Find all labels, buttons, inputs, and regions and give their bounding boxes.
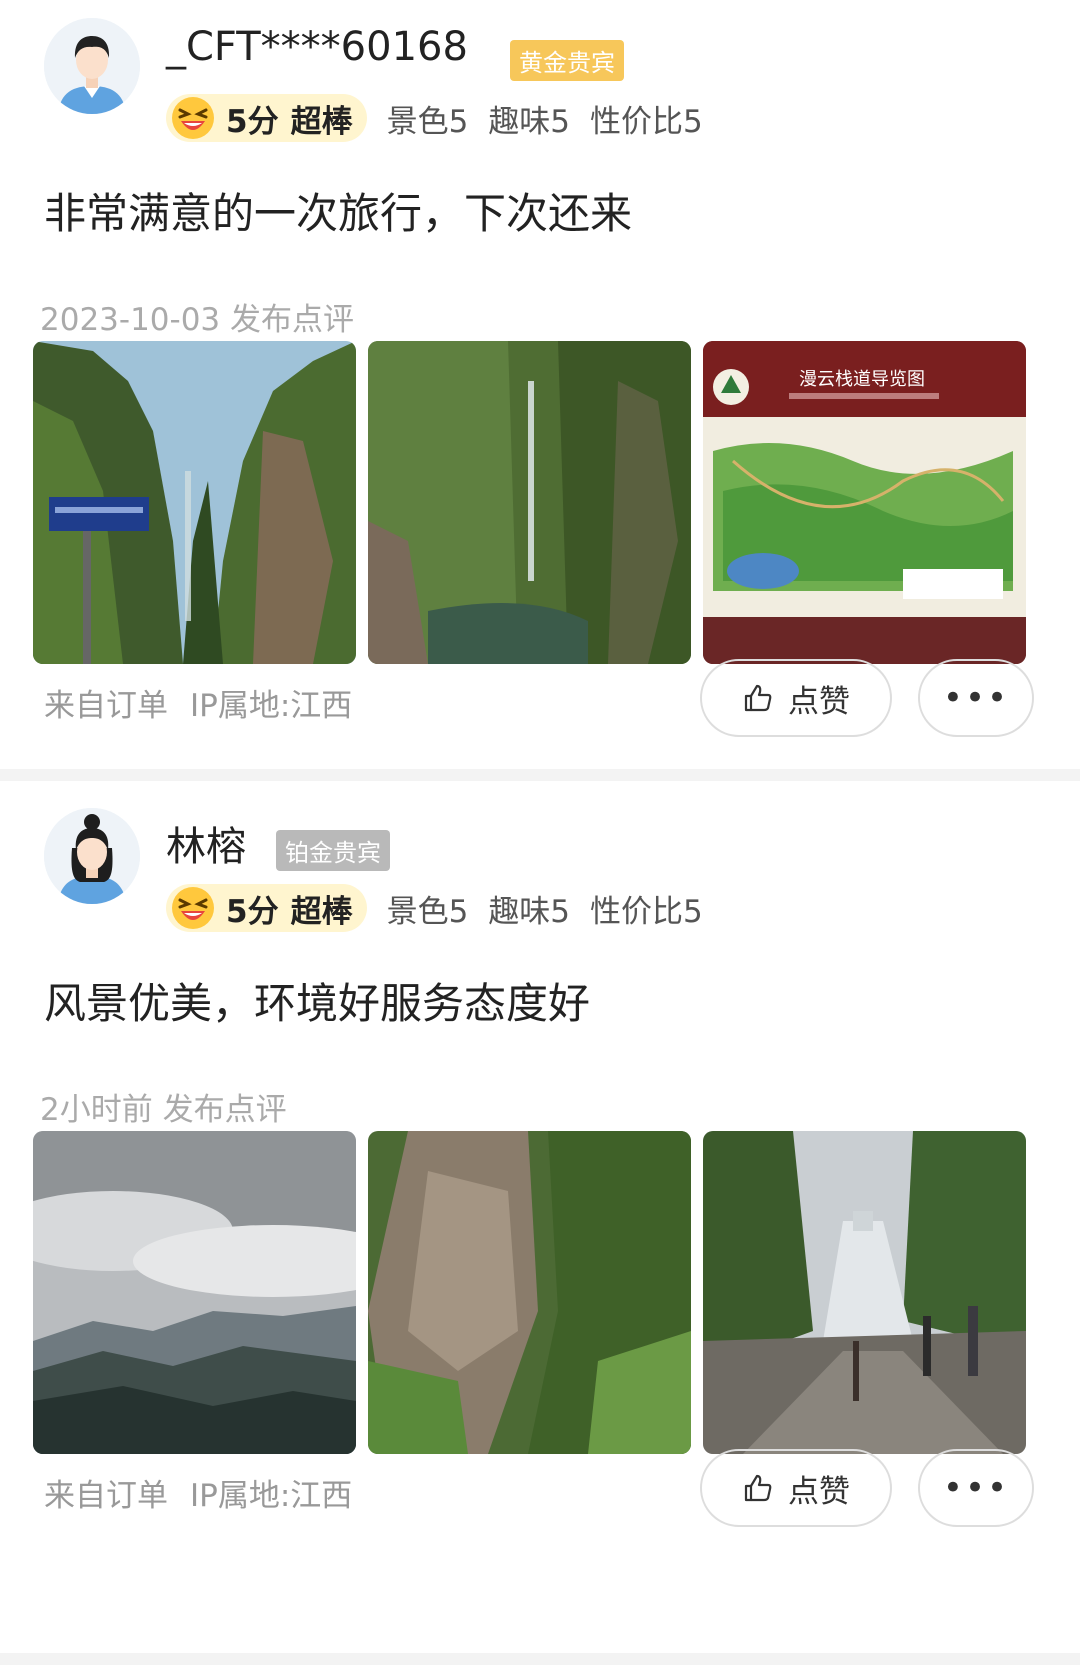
- photo-waterfall-gorge[interactable]: [368, 341, 691, 664]
- membership-badge: 黄金贵宾: [510, 40, 624, 81]
- review-divider: [0, 769, 1080, 781]
- rating-scenery: 景色5: [386, 103, 469, 140]
- rating-pill: 5分 超棒: [166, 884, 367, 932]
- photo-grid: 漫云栈道导览图: [33, 341, 1026, 664]
- rating-scenery: 景色5: [386, 893, 469, 930]
- like-label: 点赞: [788, 1473, 850, 1510]
- photo-grid: [33, 1131, 1026, 1454]
- score: 5分: [226, 893, 279, 930]
- rating-row: 5分 超棒 景色5 趣味5 性价比5: [166, 884, 723, 932]
- review-footer-info: 来自订单 IP属地:江西: [44, 1470, 352, 1515]
- score-label: 超棒: [290, 893, 353, 930]
- ip-location: IP属地:江西: [190, 688, 353, 724]
- laughing-face-icon: [172, 97, 214, 139]
- order-source: 来自订单: [44, 1478, 168, 1514]
- score-label: 超棒: [290, 103, 353, 140]
- rating-row: 5分 超棒 景色5 趣味5 性价比5: [166, 94, 723, 142]
- review-text: 风景优美，环境好服务态度好: [44, 979, 591, 1028]
- review-card: _CFT****60168 黄金贵宾 5分 超棒 景色5 趣味5 性价比5 非常…: [0, 0, 1080, 810]
- photo-gorge-with-sign[interactable]: [33, 341, 356, 664]
- rating-fun: 趣味5: [488, 103, 571, 140]
- photo-fountain-plaza[interactable]: [703, 1131, 1026, 1454]
- laughing-face-icon: [172, 887, 214, 929]
- post-date: 2023-10-03 发布点评: [40, 294, 354, 339]
- order-source: 来自订单: [44, 688, 168, 724]
- review-card: 林榕 铂金贵宾 5分 超棒 景色5 趣味5 性价比5 风景优美，环境好服务态度好…: [0, 790, 1080, 1600]
- female-avatar-icon[interactable]: [44, 808, 140, 904]
- photo-cliff-waterfall[interactable]: [368, 1131, 691, 1454]
- review-text: 非常满意的一次旅行，下次还来: [44, 189, 633, 238]
- date-suffix: 发布点评: [230, 302, 355, 338]
- rating-fun: 趣味5: [488, 893, 571, 930]
- membership-badge: 铂金贵宾: [276, 830, 390, 871]
- male-avatar-icon[interactable]: [44, 18, 140, 114]
- more-icon[interactable]: •••: [918, 1449, 1034, 1527]
- like-button[interactable]: 点赞: [700, 659, 892, 737]
- ip-location: IP属地:江西: [190, 1478, 353, 1514]
- date: 2023-10-03: [40, 302, 221, 338]
- date: 2小时前: [40, 1092, 153, 1128]
- rating-value: 性价比5: [590, 103, 703, 140]
- like-label: 点赞: [788, 683, 850, 720]
- review-divider: [0, 1653, 1080, 1665]
- post-date: 2小时前 发布点评: [40, 1084, 287, 1129]
- date-suffix: 发布点评: [162, 1092, 287, 1128]
- score: 5分: [226, 103, 279, 140]
- map-board-title: 漫云栈道导览图: [799, 369, 925, 390]
- username[interactable]: 林榕: [166, 814, 246, 872]
- photo-trail-map-board[interactable]: 漫云栈道导览图: [703, 341, 1026, 664]
- rating-pill: 5分 超棒: [166, 94, 367, 142]
- more-icon[interactable]: •••: [918, 659, 1034, 737]
- thumbs-up-icon: [744, 1474, 772, 1502]
- like-button[interactable]: 点赞: [700, 1449, 892, 1527]
- review-footer-info: 来自订单 IP属地:江西: [44, 680, 352, 725]
- username[interactable]: _CFT****60168: [166, 24, 468, 70]
- thumbs-up-icon: [744, 684, 772, 712]
- rating-value: 性价比5: [590, 893, 703, 930]
- photo-cloudy-mountains[interactable]: [33, 1131, 356, 1454]
